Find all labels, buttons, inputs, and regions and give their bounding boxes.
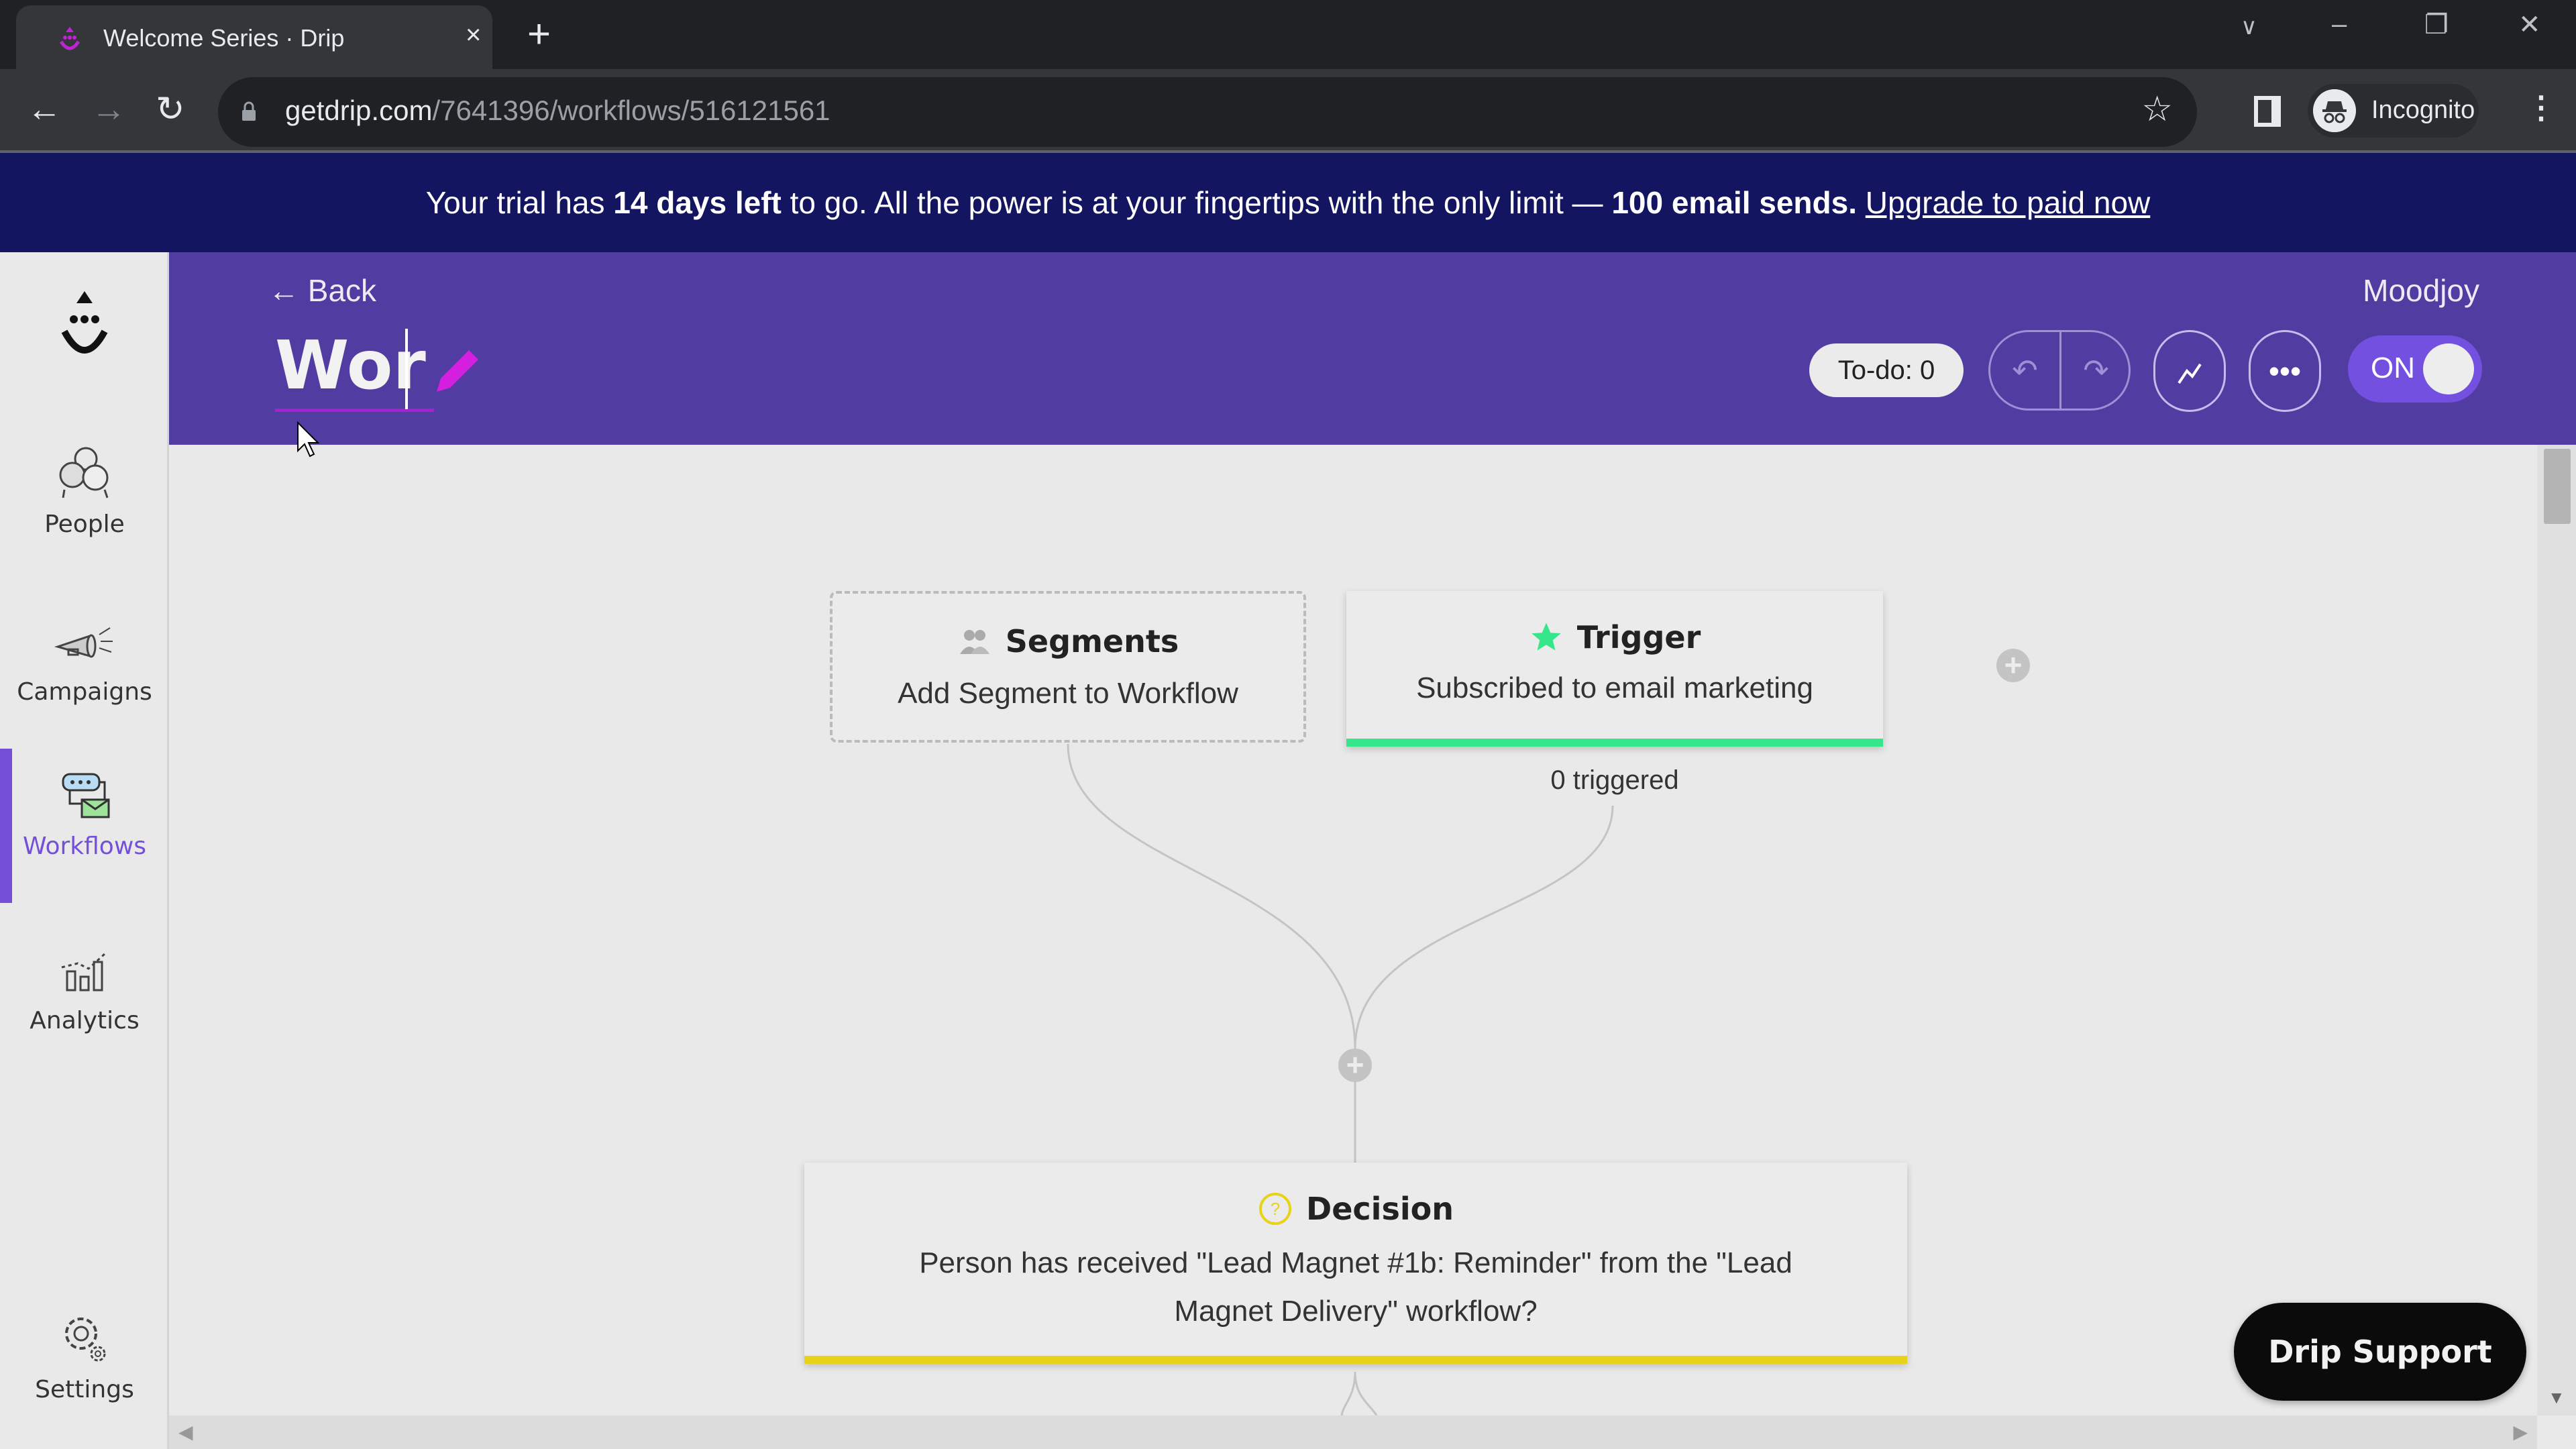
sidebar-item-label: Settings [35, 1376, 134, 1403]
back-link[interactable]: ← Back [268, 272, 376, 309]
decision-text: Person has received "Lead Magnet #1b: Re… [919, 1246, 1792, 1328]
trend-line-icon [2178, 363, 2202, 384]
upgrade-link[interactable]: Upgrade to paid now [1866, 185, 2151, 220]
trigger-connector [1354, 805, 1614, 1049]
drip-favicon-icon [59, 27, 80, 50]
back-nav-icon[interactable]: ← [27, 89, 62, 129]
incognito-icon [2313, 89, 2356, 132]
workflow-canvas[interactable]: Segments Add Segment to Workflow Trigger… [169, 445, 2537, 1415]
horizontal-scrollbar[interactable]: ◀ ▶ [169, 1415, 2537, 1449]
gear-icon [65, 1318, 106, 1362]
segment-connector [1067, 743, 1356, 1049]
segments-title: Segments [1005, 623, 1179, 659]
back-label: Back [307, 273, 377, 308]
drip-support-button[interactable]: Drip Support [2234, 1303, 2526, 1401]
trial-banner: Your trial has 14 days left to go. All t… [0, 153, 2576, 252]
banner-send-limit: 100 email sends. [1611, 185, 1857, 220]
sidebar-item-analytics[interactable]: Analytics [0, 923, 169, 1077]
arrow-left-icon: ← [268, 273, 299, 308]
mouse-cursor-icon [297, 421, 320, 458]
banner-days-left: 14 days left [613, 185, 782, 220]
tab-title: Welcome Series · Drip [103, 24, 345, 52]
users-icon [959, 630, 989, 654]
trigger-card[interactable]: Trigger Subscribed to email marketing [1346, 591, 1883, 747]
trigger-subtitle: Subscribed to email marketing [1416, 672, 1813, 704]
trigger-title: Trigger [1576, 619, 1701, 655]
drip-logo-icon[interactable] [52, 286, 117, 366]
more-options-button[interactable]: ••• [2249, 330, 2321, 412]
workflow-active-toggle[interactable]: ON [2348, 335, 2482, 402]
redo-icon[interactable]: ↷ [2061, 352, 2131, 392]
segments-card[interactable]: Segments Add Segment to Workflow [830, 591, 1306, 743]
question-circle-icon: ? [1259, 1193, 1292, 1225]
banner-text: Your trial has [425, 185, 614, 220]
decision-title: Decision [1306, 1191, 1454, 1227]
sidebar-item-label: Workflows [22, 833, 147, 860]
browser-tab[interactable]: Welcome Series · Drip × [16, 5, 492, 69]
url-domain: getdrip.com [285, 95, 433, 126]
sidebar: People Campaigns Workflows Analytics Set… [0, 252, 169, 1449]
analytics-button[interactable] [2153, 330, 2226, 412]
sidebar-item-settings[interactable]: Settings [0, 1292, 169, 1446]
browser-toolbar: ← → ↻ getdrip.com/7641396/workflows/5161… [0, 69, 2576, 153]
browser-menu-icon[interactable]: ⋮ [2526, 89, 2557, 125]
sidebar-item-label: Campaigns [17, 678, 152, 706]
sidebar-item-workflows[interactable]: Workflows [0, 749, 169, 903]
vertical-scroll-thumb[interactable] [2544, 449, 2571, 524]
workflow-name-input[interactable]: Wor [275, 326, 434, 412]
restore-icon[interactable]: ❐ [2424, 9, 2449, 40]
vertical-scrollbar[interactable]: ▼ [2537, 445, 2576, 1415]
sidebar-item-label: Analytics [30, 1007, 140, 1034]
scroll-right-arrow-icon[interactable]: ▶ [2513, 1421, 2528, 1443]
add-step-button[interactable]: + [1338, 1049, 1372, 1082]
workflow-icon [62, 773, 110, 818]
text-caret [405, 329, 408, 409]
toggle-knob [2423, 343, 2474, 394]
lock-icon [242, 101, 256, 121]
incognito-label: Incognito [2371, 96, 2475, 124]
scroll-down-arrow-icon[interactable]: ▼ [2548, 1387, 2565, 1408]
pencil-icon[interactable] [427, 341, 488, 401]
tab-search-icon[interactable]: ∨ [2241, 13, 2257, 40]
side-panel-icon[interactable] [2254, 96, 2281, 127]
close-tab-icon[interactable]: × [466, 20, 481, 50]
forward-nav-icon[interactable]: → [91, 89, 126, 129]
toggle-label: ON [2371, 352, 2415, 384]
address-bar[interactable]: getdrip.com/7641396/workflows/516121561 … [218, 77, 2197, 147]
bookmark-star-icon[interactable]: ☆ [2141, 89, 2173, 129]
scroll-left-arrow-icon[interactable]: ◀ [178, 1421, 193, 1443]
undo-redo-group: ↶ ↷ [1988, 330, 2131, 411]
reload-icon[interactable]: ↻ [156, 89, 185, 129]
megaphone-icon [54, 627, 113, 658]
close-window-icon[interactable]: ✕ [2518, 9, 2541, 40]
browser-tab-bar: Welcome Series · Drip × + ∨ – ❐ ✕ [0, 0, 2576, 69]
decision-card[interactable]: ? Decision Person has received "Lead Mag… [804, 1163, 1907, 1364]
url-path: /7641396/workflows/516121561 [432, 95, 830, 126]
add-trigger-button[interactable]: + [1996, 649, 2030, 682]
star-icon [1532, 623, 1561, 651]
analytics-icon [61, 953, 106, 991]
new-tab-button[interactable]: + [527, 11, 551, 57]
undo-icon[interactable]: ↶ [1990, 352, 2059, 392]
trigger-count: 0 triggered [1550, 765, 1679, 795]
banner-text: to go. All the power is at your fingerti… [781, 185, 1612, 220]
sidebar-item-label: People [44, 511, 125, 538]
people-icon [59, 447, 109, 498]
segments-subtitle: Add Segment to Workflow [898, 677, 1238, 710]
todo-badge[interactable]: To-do: 0 [1809, 343, 1964, 397]
sidebar-item-campaigns[interactable]: Campaigns [0, 594, 169, 749]
decision-branch-connector [1340, 1371, 1378, 1415]
active-indicator [0, 749, 12, 903]
ellipsis-icon: ••• [2268, 354, 2302, 388]
sidebar-item-people[interactable]: People [0, 427, 169, 581]
minimize-icon[interactable]: – [2332, 9, 2347, 40]
incognito-profile-button[interactable]: Incognito [2308, 84, 2479, 138]
url-text: getdrip.com/7641396/workflows/516121561 [285, 95, 830, 127]
workflow-header: ← Back Wor Moodjoy To-do: 0 ↶ ↷ ••• ON [169, 252, 2576, 445]
svg-text:?: ? [1271, 1199, 1280, 1219]
account-name[interactable]: Moodjoy [2363, 272, 2479, 309]
